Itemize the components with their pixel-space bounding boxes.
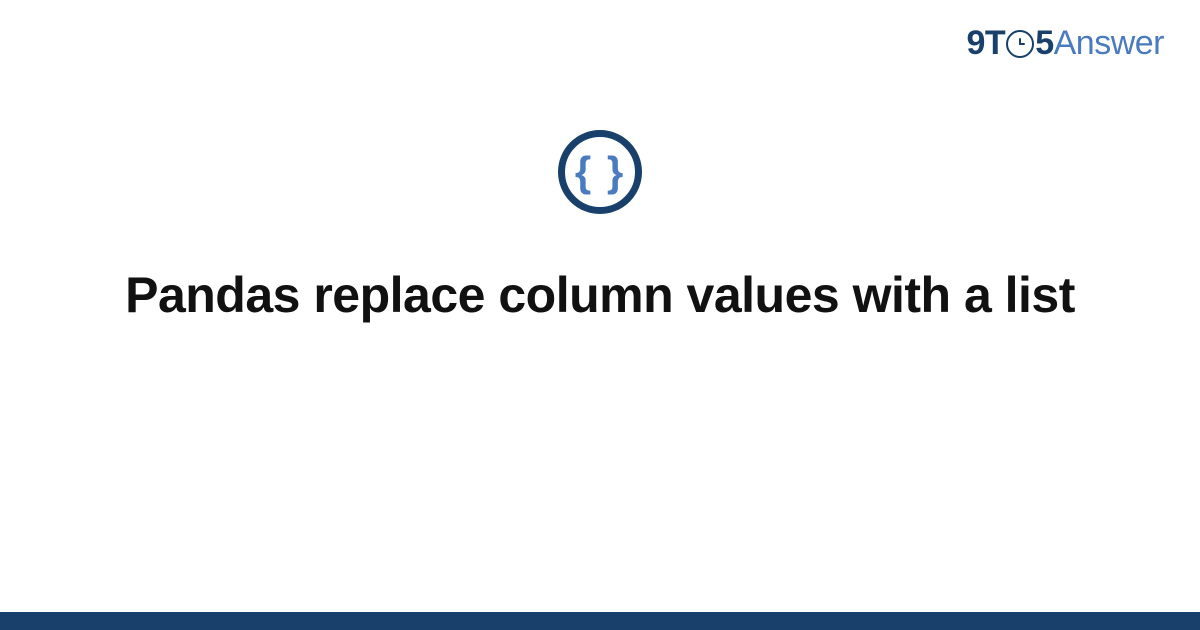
code-braces-icon: { }: [558, 130, 642, 214]
logo-text-answer: Answer: [1054, 24, 1164, 63]
footer-bar: [0, 612, 1200, 630]
logo-text-9t: 9T: [967, 24, 1006, 63]
logo-text-5: 5: [1035, 24, 1053, 63]
clock-hands-icon: [1012, 36, 1028, 52]
site-logo: 9T 5 Answer: [967, 24, 1164, 63]
clock-icon: [1006, 30, 1034, 58]
page-title: Pandas replace column values with a list: [125, 264, 1075, 327]
braces-glyph: { }: [575, 151, 625, 193]
main-content: { } Pandas replace column values with a …: [0, 130, 1200, 327]
